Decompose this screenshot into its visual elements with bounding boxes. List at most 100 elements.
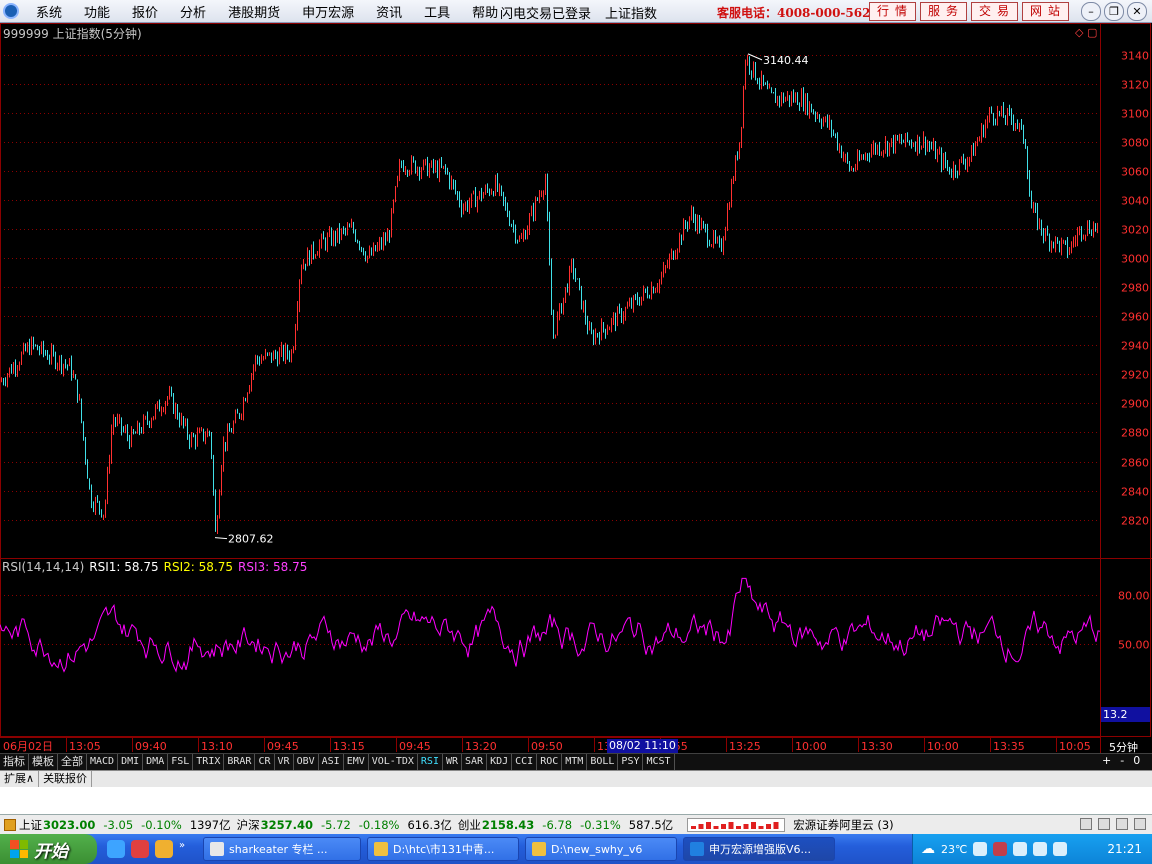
breadth-bar	[773, 821, 779, 829]
browser-icon	[210, 842, 224, 856]
high-marker-line	[747, 53, 763, 61]
broker-server[interactable]: 宏源证券阿里云 (3)	[793, 817, 893, 833]
indicator-tab-brar[interactable]: BRAR	[224, 754, 256, 770]
app-icon	[690, 842, 704, 856]
hs-index-value: 3257.40	[260, 817, 314, 832]
start-button[interactable]: 开始	[0, 834, 97, 864]
rsi2-value: 58.75	[198, 560, 234, 574]
cy-index-name: 创业	[457, 817, 481, 832]
indicator-tab-boll[interactable]: BOLL	[587, 754, 619, 770]
indicator-tab-mcst[interactable]: MCST	[643, 754, 675, 770]
indicator-tab-cci[interactable]: CCI	[512, 754, 538, 770]
rsi-tick-label: 50.00	[1118, 639, 1150, 652]
temperature: 23℃	[941, 842, 968, 856]
folder-icon[interactable]	[155, 840, 173, 858]
breadth-bar	[743, 823, 749, 829]
time-tick-label: 13:10	[201, 740, 233, 753]
sh-index-pct: -0.10%	[141, 817, 182, 832]
time-tick-label: 13:20	[465, 740, 497, 753]
indicator-tab-vr[interactable]: VR	[275, 754, 294, 770]
monitor-icon[interactable]	[1116, 818, 1128, 830]
antivirus-icon[interactable]	[993, 842, 1008, 856]
overflow-icon[interactable]: »	[179, 840, 197, 858]
indicator-tab-asi[interactable]: ASI	[319, 754, 344, 770]
chart-title: 999999 上证指数(5分钟)	[3, 27, 142, 41]
high-price-label: 3140.44	[763, 54, 809, 67]
shield-icon[interactable]	[1033, 842, 1048, 856]
time-tick-label: 09:45	[399, 740, 431, 753]
indicator-tab-trix[interactable]: TRIX	[193, 754, 225, 770]
volume-icon[interactable]	[1053, 842, 1068, 856]
indicator-tab-psy[interactable]: PSY	[618, 754, 644, 770]
hs-index-amount: 616.3亿	[407, 817, 452, 832]
cursor-time: 08/02 11:10	[607, 739, 678, 753]
zoom-out-button[interactable]: -	[1120, 754, 1124, 767]
breadth-bar	[766, 823, 772, 829]
extension-panel	[0, 787, 1152, 814]
low-price-label: 2807.62	[228, 533, 274, 546]
price-tick-label: 2920	[1121, 369, 1149, 382]
indicator-tab-mtm[interactable]: MTM	[562, 754, 588, 770]
kline-chart[interactable]: 2820 2840 2860 2880 2900 2920 2940 2960 2980 3000…	[0, 0, 1152, 753]
pane-maximize-icon[interactable]: ◇ ▢	[1075, 26, 1097, 39]
folder-icon	[374, 842, 388, 856]
chart-frame	[0, 23, 1151, 737]
tab-extension[interactable]: 扩展∧	[0, 771, 40, 787]
indicator-tab-voltdx[interactable]: VOL-TDX	[369, 754, 418, 770]
breadth-bar	[758, 825, 764, 829]
indicator-tab-macd[interactable]: MACD	[87, 754, 119, 770]
price-tick-label: 2980	[1121, 282, 1149, 295]
indicator-tab-0[interactable]: 指标	[0, 754, 29, 770]
task-sharkeater[interactable]: sharkeater 专栏 ...	[203, 837, 361, 861]
tab-related-quotes[interactable]: 关联报价	[39, 771, 93, 787]
time-tick-label: 10:05	[1059, 740, 1091, 753]
indicator-tab-kdj[interactable]: KDJ	[487, 754, 513, 770]
cy-index-change: -6.78	[542, 817, 573, 832]
folder-icon	[532, 842, 546, 856]
time-tick-label: 09:50	[531, 740, 563, 753]
task-folder-swhy[interactable]: D:\new_swhy_v6	[525, 837, 677, 861]
note-icon[interactable]	[1080, 818, 1092, 830]
breadth-bar	[713, 825, 719, 829]
breadth-bar	[736, 825, 742, 829]
indicator-tab-cr[interactable]: CR	[255, 754, 275, 770]
signal-icon[interactable]	[1098, 818, 1110, 830]
network-icon[interactable]	[1013, 842, 1028, 856]
indicator-tab-sar[interactable]: SAR	[462, 754, 488, 770]
time-tick-label: 13:05	[69, 740, 101, 753]
ticker-lock-icon[interactable]	[4, 818, 16, 831]
indicator-tab-dma[interactable]: DMA	[143, 754, 169, 770]
time-tick-label: 13:30	[861, 740, 893, 753]
sh-index-amount: 1397亿	[189, 817, 231, 832]
cy-index-value: 2158.43	[481, 817, 535, 832]
price-tick-label: 2880	[1121, 427, 1149, 440]
index-ticker: 上证 3023.00 -3.05 -0.10% 1397亿 沪深 3257.40…	[0, 814, 1152, 834]
tray-icon[interactable]	[973, 842, 988, 856]
indicator-tab-1[interactable]: 模板	[29, 754, 58, 770]
indicator-tab-fsl[interactable]: FSL	[168, 754, 194, 770]
indicator-tab-wr[interactable]: WR	[443, 754, 463, 770]
indicator-tab-rsi[interactable]: RSI	[418, 754, 443, 770]
cy-index-amount: 587.5亿	[628, 817, 674, 832]
indicator-tab-obv[interactable]: OBV	[294, 754, 319, 770]
weather-cloud-icon[interactable]: ☁	[921, 841, 935, 857]
rsi1-value: 58.75	[124, 560, 159, 574]
indicator-tab-roc[interactable]: ROC	[537, 754, 563, 770]
indicator-tab-2[interactable]: 全部	[58, 754, 87, 770]
ie-icon[interactable]	[107, 840, 125, 858]
breadth-bar	[728, 821, 734, 829]
lock-icon[interactable]	[1134, 818, 1146, 830]
app-icon[interactable]	[131, 840, 149, 858]
extension-bar: 扩展∧ 关联报价	[0, 770, 1152, 787]
price-tick-label: 3100	[1121, 108, 1149, 121]
time-tick-label: 10:00	[927, 740, 959, 753]
rsi3-value: 58.75	[273, 560, 308, 574]
zoom-in-button[interactable]: +	[1102, 754, 1111, 767]
zoom-reset-button[interactable]: 0	[1133, 754, 1140, 767]
task-folder-htc[interactable]: D:\htc\市131中青...	[367, 837, 519, 861]
indicator-tab-dmi[interactable]: DMI	[118, 754, 144, 770]
task-swhy-app[interactable]: 申万宏源增强版V6...	[683, 837, 835, 861]
rsi-tick-label: 80.00	[1118, 590, 1150, 603]
task-label: D:\new_swhy_v6	[551, 842, 643, 856]
indicator-tab-emv[interactable]: EMV	[344, 754, 369, 770]
